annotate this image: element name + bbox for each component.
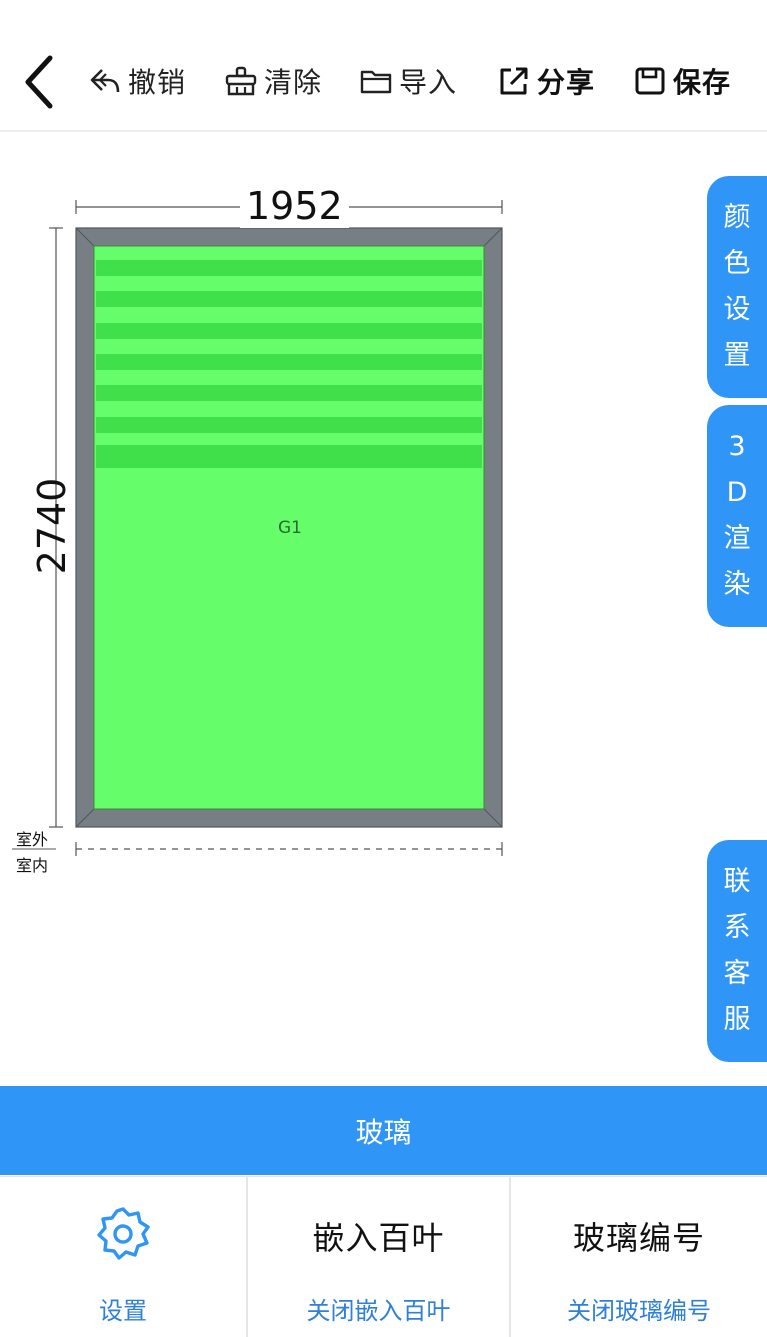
- glass-section-title: 玻璃: [355, 1115, 412, 1149]
- render-3d-char: 渲: [723, 523, 751, 554]
- contact-char: 联: [723, 866, 751, 897]
- height-dimension[interactable]: 2740: [30, 466, 74, 586]
- share-button[interactable]: 分享: [497, 58, 595, 104]
- render-3d-char: 3: [728, 431, 746, 462]
- save-button[interactable]: 保存: [633, 58, 731, 104]
- share-icon: [500, 67, 528, 95]
- width-dimension[interactable]: 1952: [240, 184, 349, 228]
- gear-icon: [97, 1207, 150, 1260]
- save-icon: [635, 67, 665, 95]
- embedded-louver-label: 嵌入百叶: [312, 1219, 445, 1257]
- close-embedded-louver-link[interactable]: 关闭嵌入百叶: [307, 1291, 451, 1326]
- undo-label: 撤销: [128, 66, 187, 99]
- render-3d-tab[interactable]: 3 D 渲 染: [707, 405, 767, 627]
- color-settings-char: 色: [723, 248, 751, 279]
- bottom-panel: 设置 嵌入百叶 关闭嵌入百叶 玻璃编号 关闭玻璃编号: [0, 1176, 767, 1337]
- broom-icon: [225, 66, 257, 96]
- contact-char: 系: [723, 912, 751, 943]
- inside-label: 室内: [16, 856, 49, 875]
- glass-section-header[interactable]: 玻璃: [0, 1086, 767, 1175]
- window-drawing[interactable]: G1: [0, 134, 767, 1084]
- embedded-louver-option[interactable]: 嵌入百叶 关闭嵌入百叶: [248, 1177, 509, 1337]
- import-label: 导入: [399, 66, 458, 99]
- render-3d-char: 染: [723, 569, 751, 600]
- top-toolbar: 撤销 清除 导入 分享 保存: [0, 0, 767, 132]
- settings-button[interactable]: 设置: [0, 1177, 246, 1337]
- back-button[interactable]: [18, 52, 66, 112]
- glass-number-option[interactable]: 玻璃编号 关闭玻璃编号: [511, 1177, 767, 1337]
- save-label: 保存: [673, 66, 732, 99]
- contact-char: 客: [723, 958, 751, 989]
- color-settings-char: 设: [723, 294, 751, 325]
- glass-id-label: G1: [278, 518, 302, 538]
- clear-button[interactable]: 清除: [224, 58, 322, 104]
- color-settings-char: 置: [723, 340, 751, 371]
- color-settings-tab[interactable]: 颜 色 设 置: [707, 176, 767, 398]
- undo-icon: [90, 69, 120, 93]
- render-3d-char: D: [726, 477, 748, 508]
- import-button[interactable]: 导入: [359, 58, 457, 104]
- outside-label: 室外: [16, 830, 49, 849]
- chevron-left-icon: [25, 55, 53, 109]
- folder-icon: [360, 70, 392, 94]
- share-label: 分享: [537, 66, 596, 99]
- close-glass-number-link[interactable]: 关闭玻璃编号: [567, 1291, 711, 1326]
- clear-label: 清除: [264, 66, 323, 99]
- contact-char: 服: [723, 1004, 751, 1035]
- undo-button[interactable]: 撤销: [88, 58, 186, 104]
- color-settings-char: 颜: [723, 202, 751, 233]
- glass-number-label: 玻璃编号: [572, 1219, 705, 1257]
- design-canvas[interactable]: G1 1952 2740 室外 室内 颜 色 设 置 3 D 渲 染 联 系 客…: [0, 134, 767, 1084]
- contact-support-tab[interactable]: 联 系 客 服: [707, 840, 767, 1062]
- settings-label: 设置: [99, 1297, 147, 1325]
